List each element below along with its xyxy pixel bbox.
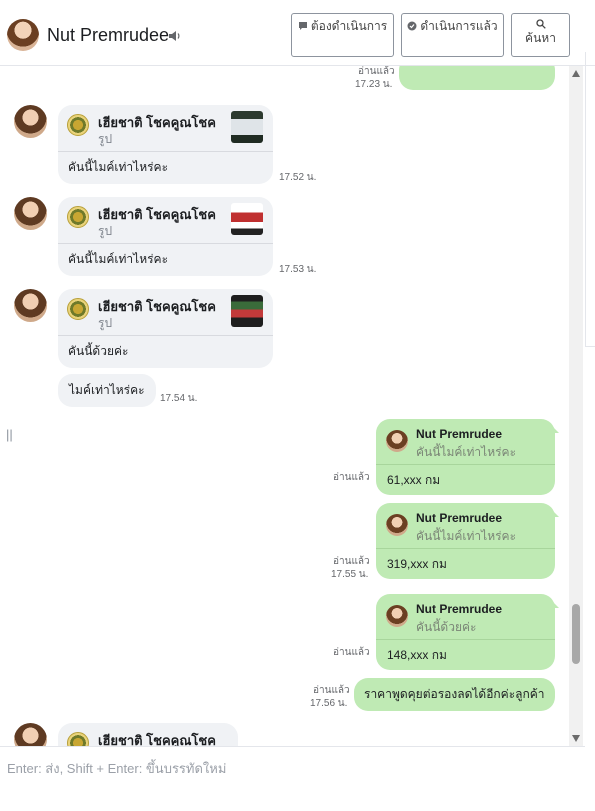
- page-logo-icon: [67, 298, 89, 320]
- chat-bubble-icon: [298, 22, 307, 30]
- card-subtitle: รูป: [98, 316, 113, 330]
- bubble-tail: [553, 511, 559, 517]
- message-input[interactable]: Enter: ส่ง, Shift + Enter: ขึ้นบรรทัดใหม…: [7, 758, 226, 779]
- quoted-text: คันนี้ด้วยค่ะ: [416, 620, 477, 634]
- card-subtitle: รูป: [98, 224, 113, 238]
- message-time: 17.55 น.: [331, 569, 369, 580]
- scroll-up-arrow-icon[interactable]: [572, 70, 580, 77]
- page-logo-icon: [67, 206, 89, 228]
- quoted-text: คันนี้ไมค์เท่าไหร่คะ: [416, 445, 517, 459]
- incoming-message[interactable]: ไมค์เท่าไหร่คะ: [58, 374, 156, 407]
- card-message-text: คันนี้ด้วยค่ะ: [68, 344, 129, 358]
- outgoing-message[interactable]: ราคาพูดคุยต่อรองลดได้อีกค่ะลูกค้า: [354, 678, 555, 711]
- message-time: 17.23 น.: [355, 79, 393, 90]
- read-status: อ่านแล้ว: [333, 556, 370, 567]
- chat-header: Nut Premrudee ต้องดำเนินการ ดำเนินการแล้…: [0, 0, 595, 66]
- contact-avatar[interactable]: [7, 19, 39, 51]
- message-list[interactable]: อ่านแล้ว 17.23 น. เฮียชาติ โชคคูณโชค รูป…: [0, 66, 585, 746]
- page-logo-icon: [67, 114, 89, 136]
- quoted-sender: Nut Premrudee: [416, 427, 503, 441]
- contact-name[interactable]: Nut Premrudee: [47, 25, 169, 46]
- car-photo-thumbnail[interactable]: [231, 111, 263, 143]
- message-time: 17.53 น.: [279, 264, 317, 275]
- quoted-text: คันนี้ไมค์เท่าไหร่คะ: [416, 529, 517, 543]
- read-status: อ่านแล้ว: [313, 685, 350, 696]
- bubble-tail: [553, 602, 559, 608]
- message-scrollbar[interactable]: [569, 66, 583, 746]
- quoted-avatar: [386, 430, 408, 452]
- done-button[interactable]: ดำเนินการแล้ว: [401, 13, 504, 57]
- page-logo-icon: [67, 732, 89, 746]
- sender-avatar[interactable]: [14, 723, 47, 746]
- quoted-reply-bubble[interactable]: Nut Premrudee คันนี้ไมค์เท่าไหร่คะ 61,xx…: [376, 419, 555, 495]
- scrollbar-thumb[interactable]: [572, 604, 580, 664]
- image-reply-card[interactable]: เฮียชาติ โชคคูณโชค รูป คันนี้ไมค์เท่าไหร…: [58, 105, 273, 184]
- todo-button[interactable]: ต้องดำเนินการ: [291, 13, 394, 57]
- speaker-icon[interactable]: [168, 29, 182, 43]
- quoted-reply-bubble[interactable]: Nut Premrudee คันนี้ด้วยค่ะ 148,xxx กม: [376, 594, 555, 670]
- card-title: เฮียชาติ โชคคูณโชค: [98, 733, 216, 746]
- reply-text: 148,xxx กม: [387, 648, 447, 662]
- message-time: 17.54 น.: [160, 393, 198, 404]
- card-title: เฮียชาติ โชคคูณโชค: [98, 115, 216, 130]
- card-message-text: คันนี้ไมค์เท่าไหร่คะ: [68, 160, 169, 174]
- read-status: อ่านแล้ว: [333, 472, 370, 483]
- quoted-sender: Nut Premrudee: [416, 602, 503, 616]
- card-title: เฮียชาติ โชคคูณโชค: [98, 207, 216, 222]
- reply-text: 319,xxx กม: [387, 557, 447, 571]
- car-photo-thumbnail[interactable]: [231, 203, 263, 235]
- message-time: 17.52 น.: [279, 172, 317, 183]
- composer-area[interactable]: Enter: ส่ง, Shift + Enter: ขึ้นบรรทัดใหม…: [0, 746, 585, 811]
- chat-check-icon: [407, 21, 417, 31]
- sender-avatar[interactable]: [14, 289, 47, 322]
- read-status: อ่านแล้ว: [333, 647, 370, 658]
- card-message-text: คันนี้ไมค์เท่าไหร่คะ: [68, 252, 169, 266]
- read-status: อ่านแล้ว: [358, 66, 395, 77]
- search-button[interactable]: ค้นหา: [511, 13, 570, 57]
- reply-text: 61,xxx กม: [387, 473, 441, 487]
- collapse-handle[interactable]: ||: [6, 427, 13, 442]
- sender-avatar[interactable]: [14, 105, 47, 138]
- search-icon: [535, 19, 546, 29]
- quoted-avatar: [386, 605, 408, 627]
- search-button-label: ค้นหา: [525, 31, 556, 45]
- car-photo-thumbnail[interactable]: [231, 295, 263, 327]
- image-reply-card[interactable]: เฮียชาติ โชคคูณโชค: [58, 723, 238, 746]
- side-panel-divider: [585, 52, 595, 347]
- scroll-down-arrow-icon[interactable]: [572, 735, 580, 742]
- partial-outgoing-bubble: [399, 66, 555, 90]
- done-button-label: ดำเนินการแล้ว: [420, 19, 498, 33]
- quoted-avatar: [386, 514, 408, 536]
- quoted-reply-bubble[interactable]: Nut Premrudee คันนี้ไมค์เท่าไหร่คะ 319,x…: [376, 503, 555, 579]
- card-title: เฮียชาติ โชคคูณโชค: [98, 299, 216, 314]
- message-time: 17.56 น.: [310, 698, 348, 709]
- card-subtitle: รูป: [98, 132, 113, 146]
- image-reply-card[interactable]: เฮียชาติ โชคคูณโชค รูป คันนี้ไมค์เท่าไหร…: [58, 197, 273, 276]
- image-reply-card[interactable]: เฮียชาติ โชคคูณโชค รูป คันนี้ด้วยค่ะ: [58, 289, 273, 368]
- sender-avatar[interactable]: [14, 197, 47, 230]
- todo-button-label: ต้องดำเนินการ: [310, 19, 388, 33]
- bubble-tail: [553, 427, 559, 433]
- quoted-sender: Nut Premrudee: [416, 511, 503, 525]
